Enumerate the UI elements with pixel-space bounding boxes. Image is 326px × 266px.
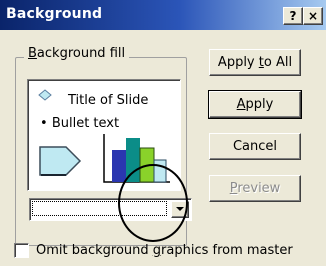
apply-to-all-label-b: o All bbox=[263, 55, 293, 70]
bar-chart-icon bbox=[103, 134, 170, 183]
background-fill-legend: Background fill bbox=[24, 46, 130, 61]
omit-graphics-checkbox[interactable] bbox=[14, 243, 29, 258]
omit-mnemonic: g bbox=[152, 243, 162, 258]
preview-button[interactable]: Preview bbox=[209, 175, 301, 202]
omit-label-a: Omit background bbox=[36, 243, 153, 258]
dialog-title: Background bbox=[6, 6, 103, 22]
arrow-shape-icon bbox=[39, 146, 82, 176]
apply-button[interactable]: Apply bbox=[208, 90, 302, 119]
bar-blue bbox=[112, 150, 126, 182]
preview-bullet-text: Bullet text bbox=[51, 116, 120, 131]
help-button[interactable]: ? bbox=[283, 7, 303, 25]
apply-label-rest: pply bbox=[245, 97, 274, 112]
dropdown-button[interactable] bbox=[171, 201, 189, 218]
preview-slide-title: Title of Slide bbox=[68, 93, 149, 108]
fill-color-value bbox=[32, 201, 167, 216]
bullet-glyph: • bbox=[40, 116, 48, 131]
apply-to-all-button[interactable]: Apply to All bbox=[209, 49, 301, 76]
fill-color-dropdown[interactable] bbox=[29, 198, 192, 221]
help-icon: ? bbox=[289, 9, 297, 23]
apply-mnemonic: A bbox=[236, 97, 246, 112]
bar-green bbox=[139, 147, 155, 183]
omit-graphics-label[interactable]: Omit background graphics from master bbox=[36, 243, 293, 258]
title-bar: Background ? × bbox=[0, 0, 326, 30]
legend-mnemonic: B bbox=[28, 46, 37, 61]
bar-cyan bbox=[153, 159, 167, 183]
diamond-icon bbox=[38, 89, 52, 101]
close-button[interactable]: × bbox=[303, 7, 323, 25]
dropdown-arrow-icon bbox=[176, 207, 184, 211]
preview-label-rest: review bbox=[237, 181, 281, 196]
omit-label-b: raphics from master bbox=[161, 243, 293, 258]
slide-preview: Title of Slide • Bullet text bbox=[27, 79, 181, 191]
preview-bullet-line: • Bullet text bbox=[40, 116, 119, 131]
close-icon: × bbox=[307, 9, 319, 23]
legend-rest: ackground fill bbox=[36, 46, 126, 61]
cancel-button[interactable]: Cancel bbox=[209, 133, 301, 160]
apply-to-all-label-a: Apply bbox=[217, 55, 259, 70]
bar-teal bbox=[126, 138, 140, 182]
